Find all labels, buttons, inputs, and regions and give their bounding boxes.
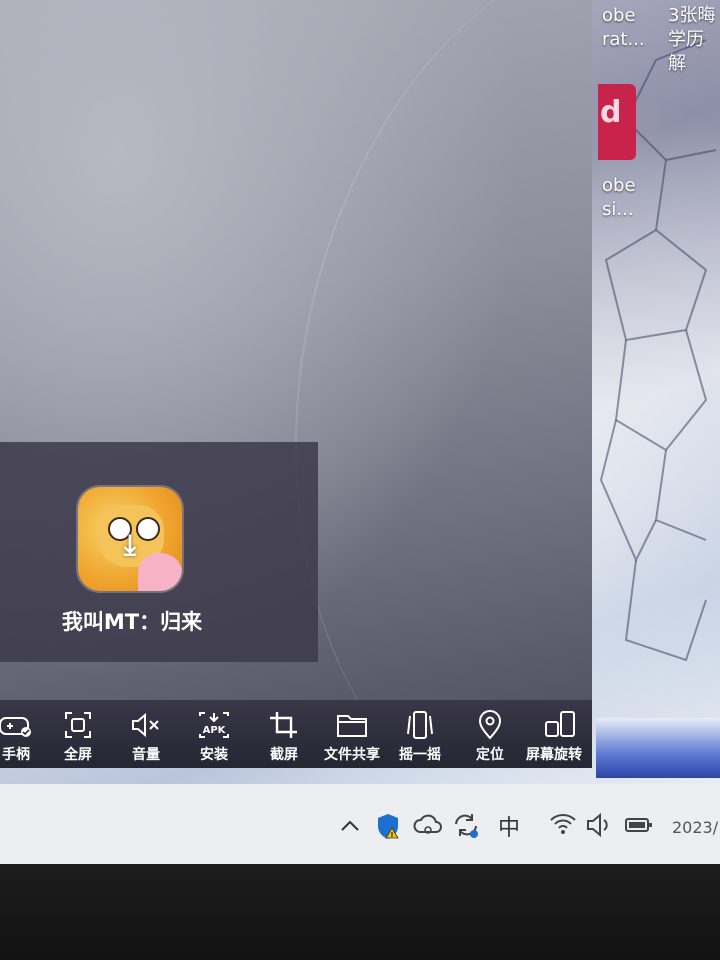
toolbar-file-share-button[interactable]: 文件共享 (324, 700, 380, 768)
toolbar-label: 安装 (200, 747, 228, 763)
toolbar-label: 屏幕旋转 (526, 747, 582, 763)
sync-icon[interactable] (450, 808, 482, 842)
toolbar-location-button[interactable]: 定位 (470, 700, 510, 768)
toolbar-rotate-button[interactable]: 屏幕旋转 (526, 700, 582, 768)
location-pin-icon (478, 710, 502, 740)
security-shield-icon[interactable]: ! (374, 808, 404, 842)
speaker-icon[interactable] (584, 808, 614, 842)
chevron-up-icon[interactable] (338, 808, 362, 842)
gamepad-icon (0, 717, 31, 737)
fullscreen-icon (65, 712, 91, 738)
toolbar-fullscreen-button[interactable]: 全屏 (58, 700, 98, 768)
emulator-window: ⤓ 我叫MT：归来 手柄 全屏 音量 APK 安装 截屏 文件共享 摇一摇 定位… (0, 0, 720, 888)
character-pink-accent (138, 553, 182, 591)
apk-install-icon: APK (199, 712, 229, 738)
toolbar-gamepad-button[interactable]: 手柄 (0, 700, 36, 768)
emulator-toolbar: 手柄 全屏 音量 APK 安装 截屏 文件共享 摇一摇 定位 屏幕旋转 (0, 700, 592, 768)
cloud-sync-icon[interactable] (412, 808, 444, 842)
svg-text:!: ! (390, 831, 393, 839)
rotate-screen-icon (545, 711, 575, 737)
toolbar-shake-button[interactable]: 摇一摇 (399, 700, 441, 768)
folder-icon (337, 715, 367, 737)
shake-icon (407, 711, 433, 739)
download-icon: ⤓ (123, 528, 137, 561)
crop-icon (270, 712, 297, 738)
monitor-bezel (0, 864, 720, 960)
wifi-icon[interactable] (548, 808, 578, 842)
toolbar-label: 摇一摇 (399, 747, 441, 763)
svg-text:APK: APK (203, 725, 227, 736)
toolbar-install-button[interactable]: APK 安装 (194, 700, 234, 768)
app-name-label[interactable]: 我叫MT：归来 (0, 606, 264, 636)
game-app-icon[interactable]: ⤓ (78, 487, 182, 591)
volume-mute-icon (132, 712, 159, 738)
taskbar-clock[interactable]: 2023/ (672, 818, 718, 837)
ime-indicator[interactable]: 中 (498, 810, 520, 844)
toolbar-volume-button[interactable]: 音量 (126, 700, 166, 768)
toolbar-screenshot-button[interactable]: 截屏 (264, 700, 304, 768)
battery-icon[interactable] (624, 808, 654, 842)
